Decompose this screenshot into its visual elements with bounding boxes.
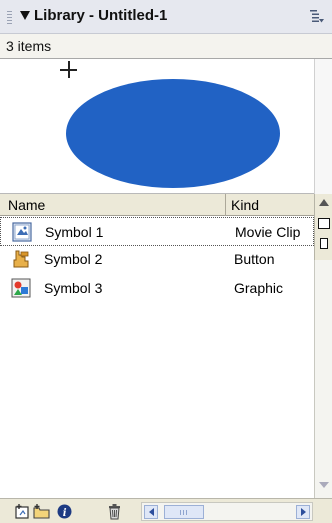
symbol-kind: Movie Clip xyxy=(235,224,301,240)
list-item[interactable]: Symbol 2 Button xyxy=(0,245,314,274)
svg-text:i: i xyxy=(63,508,67,519)
sort-order-icon[interactable] xyxy=(319,199,329,206)
symbol-name: Symbol 1 xyxy=(45,224,104,240)
symbol-name: Symbol 3 xyxy=(44,280,103,296)
library-panel: Library - Untitled-1 3 items Name Kind S… xyxy=(0,0,332,523)
scroll-right-icon[interactable] xyxy=(296,505,310,519)
item-count: 3 items xyxy=(6,38,52,54)
preview-ellipse xyxy=(66,79,280,188)
scroll-thumb[interactable] xyxy=(164,505,204,519)
button-symbol-icon xyxy=(13,250,29,268)
sort-controls xyxy=(314,194,332,260)
symbol-list: Symbol 1 Movie Clip Symbol 2 Button Symb… xyxy=(0,216,314,498)
movie-clip-icon xyxy=(12,222,32,242)
narrow-state-icon[interactable] xyxy=(320,238,328,249)
symbol-kind: Graphic xyxy=(234,280,284,296)
scroll-left-icon[interactable] xyxy=(144,505,158,519)
symbol-name: Symbol 2 xyxy=(44,251,103,267)
collapse-arrow-icon[interactable] xyxy=(20,11,30,20)
wide-state-icon[interactable] xyxy=(318,218,330,229)
new-symbol-icon[interactable] xyxy=(14,503,31,520)
panel-grip-icon[interactable] xyxy=(7,11,12,24)
name-column-header[interactable]: Name xyxy=(0,194,226,216)
properties-icon[interactable]: i xyxy=(56,503,73,520)
panel-options-menu-icon[interactable] xyxy=(310,9,324,23)
new-folder-icon[interactable] xyxy=(33,503,50,520)
delete-icon[interactable] xyxy=(106,503,123,520)
scroll-down-icon[interactable] xyxy=(319,482,329,488)
kind-column-header[interactable]: Kind xyxy=(226,194,314,216)
list-horizontal-scrollbar[interactable] xyxy=(141,502,313,521)
column-headers: Name Kind xyxy=(0,194,314,216)
registration-point-icon-vertical xyxy=(68,61,70,78)
list-item[interactable]: Symbol 1 Movie Clip xyxy=(0,217,314,246)
graphic-symbol-icon xyxy=(11,278,31,298)
panel-title-bar[interactable]: Library - Untitled-1 xyxy=(0,0,332,34)
library-toolbar: i xyxy=(0,498,332,523)
list-item[interactable]: Symbol 3 Graphic xyxy=(0,274,314,303)
preview-scrollbar[interactable] xyxy=(314,59,332,194)
panel-title: Library - Untitled-1 xyxy=(34,7,168,24)
item-count-bar: 3 items xyxy=(0,34,332,59)
symbol-kind: Button xyxy=(234,251,275,267)
list-vertical-scrollbar[interactable] xyxy=(314,260,332,498)
